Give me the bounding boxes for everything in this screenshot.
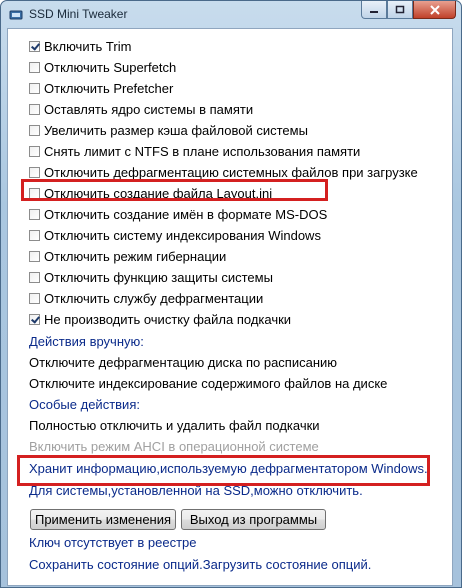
option-disable-indexing[interactable]: Отключить систему индексирования Windows (29, 226, 321, 244)
checkbox-icon[interactable] (29, 313, 40, 325)
close-icon (429, 4, 440, 15)
minimize-button[interactable] (361, 1, 387, 19)
option-disable-system-protection[interactable]: Отключить функцию защиты системы (29, 268, 273, 286)
apply-changes-button[interactable]: Применить изменения (30, 509, 176, 530)
special-action-remove-pagefile[interactable]: Полностью отключить и удалить файл подка… (29, 418, 320, 433)
manual-actions-header: Действия вручную: (29, 334, 144, 349)
option-disable-superfetch[interactable]: Отключить Superfetch (29, 58, 176, 76)
checkbox-icon[interactable] (29, 271, 40, 283)
option-disable-msdos-names[interactable]: Отключить создание имён в формате MS-DOS (29, 205, 327, 223)
checkbox-icon[interactable] (29, 124, 40, 136)
minimize-icon (370, 10, 378, 13)
manual-action-defrag-schedule[interactable]: Отключите дефрагментацию диска по распис… (29, 355, 337, 370)
option-ntfs-memory-limit[interactable]: Снять лимит с NTFS в плане использования… (29, 142, 360, 160)
title-bar[interactable]: SSD Mini Tweaker (1, 1, 461, 29)
option-increase-fs-cache[interactable]: Увеличить размер кэша файловой системы (29, 121, 308, 139)
checkbox-icon[interactable] (29, 229, 40, 241)
checkbox-icon[interactable] (29, 40, 40, 52)
option-enable-trim[interactable]: Включить Trim (29, 37, 131, 55)
checkbox-icon[interactable] (29, 208, 40, 220)
caption-buttons (361, 1, 456, 21)
checkbox-icon[interactable] (29, 61, 40, 73)
window-title: SSD Mini Tweaker (29, 7, 128, 21)
checkbox-icon[interactable] (29, 103, 40, 115)
checkbox-icon[interactable] (29, 82, 40, 94)
checkbox-icon[interactable] (29, 250, 40, 262)
highlight-layout-ini (21, 179, 328, 201)
save-load-options[interactable]: Сохранить состояние опций.Загрузить сост… (29, 557, 371, 572)
special-actions-header: Особые действия: (29, 397, 140, 412)
special-action-enable-ahci: Включить режим AHCI в операционной систе… (29, 439, 319, 454)
registry-status: Ключ отсутствует в реестре (29, 535, 197, 550)
option-disable-hibernation[interactable]: Отключить режим гибернации (29, 247, 226, 265)
exit-program-button[interactable]: Выход из программы (181, 509, 326, 530)
option-no-pagefile-clear[interactable]: Не производить очистку файла подкачки (29, 310, 291, 328)
manual-action-indexing[interactable]: Отключите индексирование содержимого фай… (29, 376, 387, 391)
app-icon (9, 10, 23, 20)
maximize-icon (395, 5, 405, 13)
option-kernel-in-memory[interactable]: Оставлять ядро системы в памяти (29, 100, 253, 118)
main-panel: Включить Trim Отключить Superfetch Отклю… (7, 28, 453, 586)
highlight-description (17, 455, 430, 486)
checkbox-icon[interactable] (29, 166, 40, 178)
checkbox-icon[interactable] (29, 292, 40, 304)
close-button[interactable] (413, 1, 456, 19)
maximize-button[interactable] (387, 1, 413, 19)
option-disable-defrag-service[interactable]: Отключить службу дефрагментации (29, 289, 263, 307)
option-disable-prefetcher[interactable]: Отключить Prefetcher (29, 79, 173, 97)
checkbox-icon[interactable] (29, 145, 40, 157)
